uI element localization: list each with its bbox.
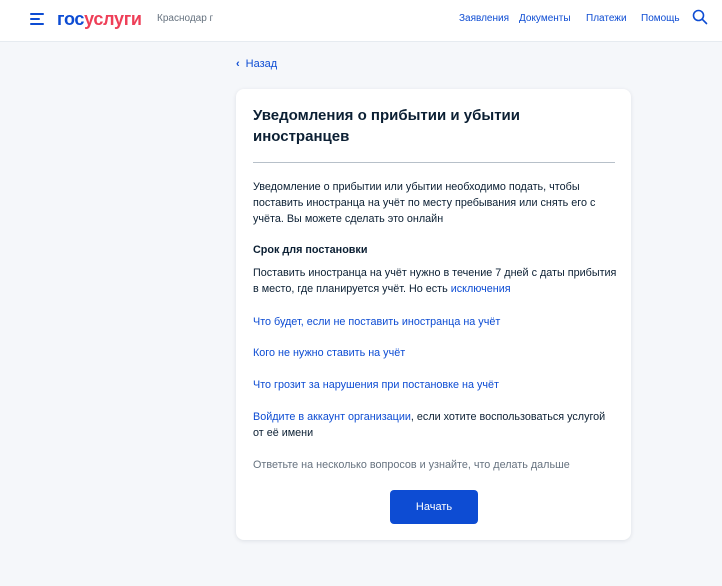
- title-divider: [253, 162, 615, 163]
- who-exempt-link[interactable]: Кого не нужно ставить на учёт: [253, 345, 618, 361]
- logo-part-gos: гос: [57, 9, 85, 29]
- org-login-text: Войдите в аккаунт организации, если хоти…: [253, 409, 618, 441]
- deadline-heading: Срок для постановки: [253, 244, 368, 256]
- service-card: Уведомления о прибытии и убытии иностран…: [236, 89, 631, 540]
- city-selector[interactable]: Краснодар г: [157, 13, 213, 24]
- nav-applications[interactable]: Заявления: [459, 13, 509, 24]
- burger-menu-icon[interactable]: [30, 13, 44, 25]
- top-header: госуслуги Краснодар г Заявления Документ…: [0, 0, 722, 42]
- logo-part-uslugi: услуги: [84, 9, 142, 29]
- start-button[interactable]: Начать: [390, 490, 478, 524]
- deadline-text-body: Поставить иностранца на учёт нужно в теч…: [253, 267, 617, 295]
- gosuslugi-logo[interactable]: госуслуги: [57, 9, 142, 30]
- intro-text: Уведомление о прибытии или убытии необхо…: [253, 181, 596, 225]
- consequences-link[interactable]: Что будет, если не поставить иностранца …: [253, 314, 618, 330]
- search-icon[interactable]: [692, 9, 708, 25]
- exceptions-link[interactable]: исключения: [451, 283, 511, 295]
- org-login-link[interactable]: Войдите в аккаунт организации: [253, 411, 411, 423]
- violations-link[interactable]: Что грозит за нарушения при постановке н…: [253, 377, 618, 393]
- deadline-text: Поставить иностранца на учёт нужно в теч…: [253, 265, 618, 297]
- nav-documents[interactable]: Документы: [519, 13, 571, 24]
- nav-payments[interactable]: Платежи: [586, 13, 627, 24]
- chevron-left-icon: ‹: [236, 58, 240, 70]
- back-link[interactable]: ‹ Назад: [236, 58, 277, 70]
- page-title: Уведомления о прибытии и убытии иностран…: [253, 107, 520, 145]
- questions-hint: Ответьте на несколько вопросов и узнайте…: [253, 459, 570, 471]
- nav-help[interactable]: Помощь: [641, 13, 680, 24]
- back-label: Назад: [245, 58, 278, 70]
